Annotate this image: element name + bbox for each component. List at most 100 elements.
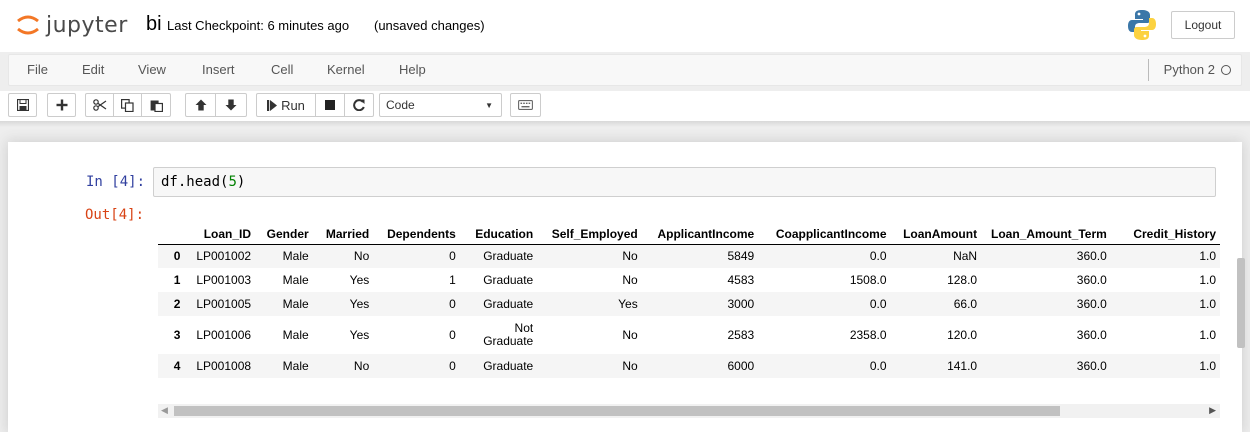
table-row: 0 LP001002 Male No 0 Graduate No 5849 0.… [158, 244, 1220, 268]
cell: 1508.0 [849, 273, 887, 287]
cell: 120.0 [947, 328, 978, 342]
menu-insert[interactable]: Insert [202, 62, 235, 77]
cell: 128.0 [947, 273, 978, 287]
paste-icon [150, 100, 163, 112]
cell: 360.0 [1076, 249, 1107, 264]
save-button[interactable] [8, 93, 37, 117]
cell: 1.0 [1199, 273, 1216, 287]
scroll-right-icon[interactable]: ▶ [1209, 405, 1216, 416]
column-header: CoapplicantIncome [758, 218, 891, 245]
column-header: Loan_Amount_Term [981, 218, 1111, 245]
move-up-button[interactable] [185, 93, 216, 117]
menu-cell[interactable]: Cell [271, 62, 293, 77]
horizontal-scrollbar[interactable]: ◀ ▶ [158, 404, 1220, 418]
cell: 0 [449, 328, 456, 342]
cell: LP001008 [196, 359, 252, 373]
cell: 0 [449, 249, 456, 264]
cell: 2358.0 [849, 328, 887, 342]
output-prompt: Out[4]: [85, 207, 145, 223]
scroll-left-icon[interactable]: ◀ [161, 405, 168, 416]
cell: LP001005 [196, 297, 252, 311]
cell: 360.0 [1076, 273, 1107, 287]
scrollbar-thumb[interactable] [174, 406, 1060, 416]
cell: 0 [449, 297, 456, 311]
menu-edit[interactable]: Edit [82, 62, 104, 77]
run-button[interactable]: Run [256, 93, 316, 117]
cell: 1 [449, 273, 456, 287]
code-input[interactable]: df.head(5) [153, 167, 1216, 197]
jupyter-arc-icon [17, 15, 39, 35]
copy-button[interactable] [113, 93, 142, 117]
menubar: File Edit View Insert Cell Kernel Help P… [8, 54, 1242, 86]
cell-type-select[interactable]: Code ▼ [379, 93, 502, 117]
cell: 360.0 [1076, 297, 1107, 311]
cell: 1.0 [1199, 249, 1216, 264]
cell: Male [282, 297, 309, 311]
cell: 141.0 [947, 359, 978, 373]
insert-cell-button[interactable] [47, 93, 76, 117]
column-header: Self_Employed [537, 218, 642, 245]
logo-text: jupyter [46, 12, 128, 38]
toolbar-shadow [0, 121, 1250, 127]
notebook-name[interactable]: bi [146, 13, 162, 36]
step-forward-icon [267, 99, 278, 111]
toolbar: Run Code ▼ [0, 91, 1250, 121]
cut-icon [92, 99, 106, 111]
header-row: Loan_ID Gender Married Dependents Educat… [158, 218, 1220, 245]
cell: 1.0 [1199, 359, 1216, 373]
cell: Yes [618, 297, 638, 311]
cell: Not Graduate [483, 321, 534, 348]
column-header: Dependents [373, 218, 460, 245]
cell: 6000 [727, 359, 755, 373]
move-down-button[interactable] [215, 93, 247, 117]
cell: No [353, 359, 370, 373]
column-header [158, 218, 185, 245]
run-label: Run [281, 97, 305, 113]
cell: Male [282, 273, 309, 287]
logout-button[interactable]: Logout [1171, 11, 1235, 39]
cell: LP001003 [196, 273, 252, 287]
row-index: 2 [173, 297, 181, 311]
cell: 360.0 [1076, 328, 1107, 342]
cell: 4583 [727, 273, 755, 287]
code-number: 5 [228, 174, 237, 190]
restart-icon [353, 99, 365, 111]
cell: Yes [349, 297, 370, 311]
cell: No [353, 249, 370, 264]
column-header: Married [312, 218, 374, 245]
dataframe-table: Loan_ID Gender Married Dependents Educat… [158, 218, 1220, 378]
interrupt-button[interactable] [315, 93, 345, 117]
row-index: 1 [173, 273, 181, 287]
cell: 3000 [727, 297, 755, 311]
arrow-up-icon [195, 99, 206, 111]
kernel-idle-icon [1221, 64, 1231, 75]
cell: Yes [349, 273, 370, 287]
cell: Yes [349, 328, 370, 342]
paste-button[interactable] [141, 93, 171, 117]
vertical-scrollbar[interactable] [1237, 258, 1245, 348]
dataframe-output[interactable]: Loan_ID Gender Married Dependents Educat… [158, 218, 1220, 404]
menu-kernel[interactable]: Kernel [327, 62, 365, 77]
jupyter-logo[interactable]: jupyter [16, 10, 128, 40]
column-header: Credit_History [1110, 218, 1220, 245]
row-index: 3 [173, 328, 181, 342]
restart-button[interactable] [344, 93, 374, 117]
cut-button[interactable] [85, 93, 114, 117]
command-palette-button[interactable] [510, 93, 541, 117]
cell: Graduate [483, 249, 534, 264]
cell: LP001002 [196, 249, 252, 264]
menu-view[interactable]: View [138, 62, 166, 77]
menu-help[interactable]: Help [399, 62, 426, 77]
cell: 5849 [727, 249, 755, 264]
row-index: 0 [173, 249, 181, 264]
keyboard-icon [518, 100, 533, 110]
chevron-down-icon: ▼ [485, 101, 493, 110]
cell: No [622, 249, 638, 264]
menu-file[interactable]: File [27, 62, 48, 77]
cell: 0.0 [869, 249, 887, 264]
table-row: 3 LP001006 Male Yes 0 Not Graduate No 25… [158, 316, 1220, 354]
cell: 0.0 [869, 297, 887, 311]
row-index: 4 [173, 359, 181, 373]
kernel-indicator[interactable]: Python 2 [1164, 62, 1231, 77]
cell-type-value: Code [386, 98, 415, 112]
